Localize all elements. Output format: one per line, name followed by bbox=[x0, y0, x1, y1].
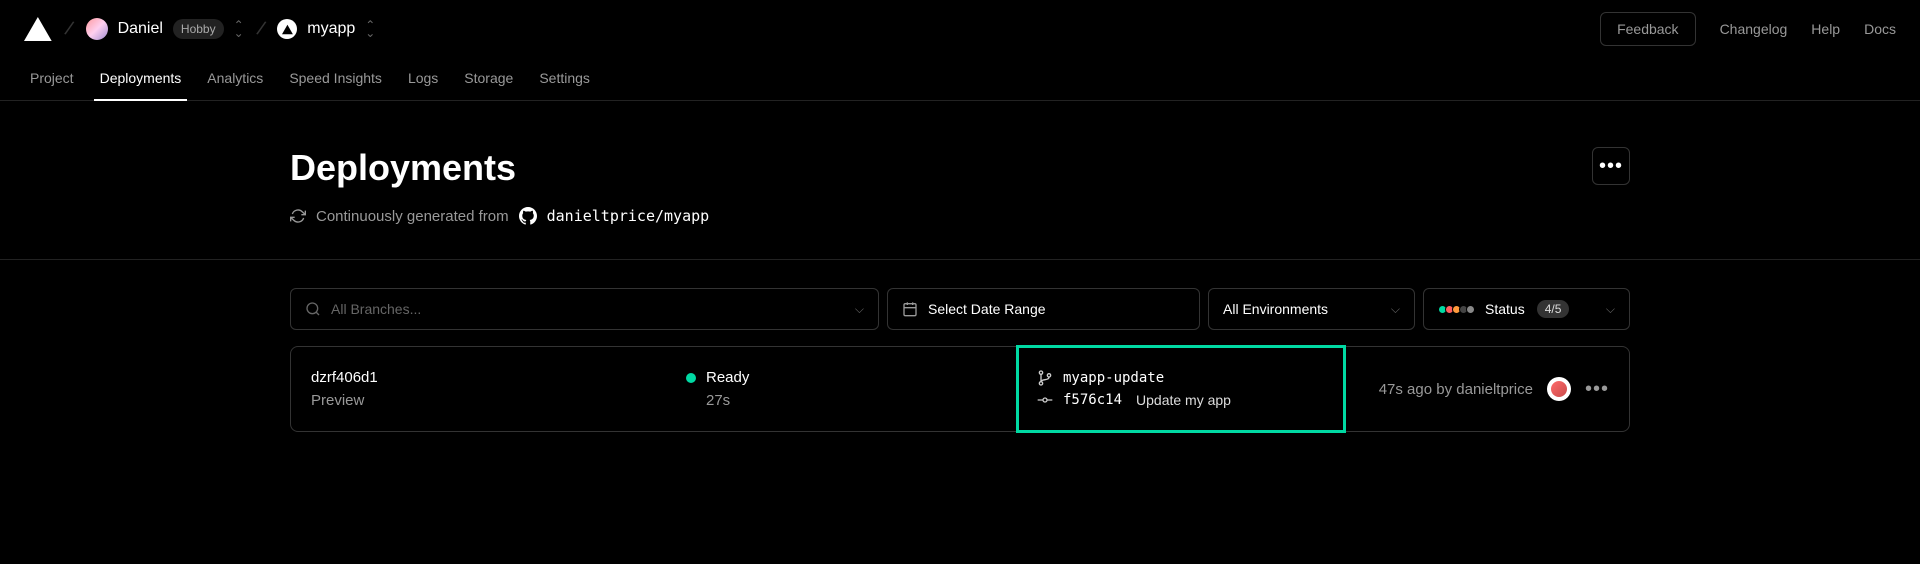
author-avatar-icon bbox=[1547, 377, 1571, 401]
breadcrumb-slash: / bbox=[62, 17, 75, 41]
chevron-down-icon: ⌵ bbox=[855, 302, 864, 317]
date-range-filter[interactable]: Select Date Range bbox=[887, 288, 1200, 330]
help-link[interactable]: Help bbox=[1811, 21, 1840, 37]
project-logo-icon bbox=[277, 19, 297, 39]
status-label: Status bbox=[1485, 301, 1525, 317]
breadcrumb-project[interactable]: myapp ⌃⌄ bbox=[277, 19, 375, 39]
deployment-row[interactable]: dzrf406d1 Preview Ready 27s myapp-update… bbox=[290, 346, 1630, 432]
chevron-down-icon: ⌵ bbox=[1391, 302, 1400, 317]
deployment-meta: 47s ago by danieltprice ••• bbox=[1379, 377, 1609, 401]
user-avatar-icon bbox=[86, 18, 108, 40]
row-more-button[interactable]: ••• bbox=[1585, 378, 1609, 401]
tab-deployments[interactable]: Deployments bbox=[90, 62, 192, 100]
status-dots-icon bbox=[1438, 305, 1473, 314]
date-range-label: Select Date Range bbox=[928, 301, 1046, 317]
deployment-timestamp: 47s ago by danieltprice bbox=[1379, 381, 1533, 398]
scope-selector-icon[interactable]: ⌃⌄ bbox=[234, 21, 244, 38]
chevron-down-icon: ⌵ bbox=[1606, 302, 1615, 317]
refresh-icon bbox=[290, 208, 306, 224]
environment-filter[interactable]: All Environments ⌵ bbox=[1208, 288, 1415, 330]
deployment-status-column: Ready 27s bbox=[686, 369, 846, 409]
deployment-environment: Preview bbox=[311, 392, 686, 409]
breadcrumb-slash: / bbox=[254, 17, 267, 41]
calendar-icon bbox=[902, 301, 918, 317]
filter-bar: All Branches... ⌵ Select Date Range All … bbox=[290, 260, 1630, 346]
commit-icon bbox=[1037, 392, 1053, 408]
nav-tabs: Project Deployments Analytics Speed Insi… bbox=[0, 46, 1920, 101]
page-title: Deployments bbox=[290, 147, 709, 189]
repo-link[interactable]: danieltprice/myapp bbox=[547, 207, 710, 225]
vercel-logo-icon[interactable] bbox=[24, 17, 52, 41]
page-header: Deployments Continuously generated from … bbox=[290, 147, 1630, 259]
project-name: myapp bbox=[307, 20, 355, 38]
branch-filter-input[interactable]: All Branches... ⌵ bbox=[290, 288, 879, 330]
tab-analytics[interactable]: Analytics bbox=[197, 62, 273, 100]
branch-filter-placeholder: All Branches... bbox=[331, 301, 421, 317]
deployment-commit-highlight: myapp-update f576c14 Update my app bbox=[1016, 345, 1346, 433]
tab-project[interactable]: Project bbox=[20, 62, 84, 100]
project-selector-icon[interactable]: ⌃⌄ bbox=[365, 21, 375, 38]
docs-link[interactable]: Docs bbox=[1864, 21, 1896, 37]
deployment-duration: 27s bbox=[686, 392, 846, 409]
status-count-badge: 4/5 bbox=[1537, 300, 1570, 318]
branch-name[interactable]: myapp-update bbox=[1063, 370, 1164, 386]
branch-icon bbox=[1037, 370, 1053, 386]
page-subtitle: Continuously generated from danieltprice… bbox=[290, 207, 709, 225]
breadcrumb-scope[interactable]: Daniel Hobby ⌃⌄ bbox=[86, 18, 244, 40]
topbar: / Daniel Hobby ⌃⌄ / myapp ⌃⌄ Feedback Ch… bbox=[0, 0, 1920, 46]
commit-sha[interactable]: f576c14 bbox=[1063, 392, 1122, 408]
github-icon bbox=[519, 207, 537, 225]
status-ready-icon bbox=[686, 373, 696, 383]
deployment-id-column: dzrf406d1 Preview bbox=[311, 369, 686, 409]
breadcrumb: / Daniel Hobby ⌃⌄ / myapp ⌃⌄ bbox=[24, 17, 375, 41]
tab-speed-insights[interactable]: Speed Insights bbox=[279, 62, 392, 100]
deployment-id[interactable]: dzrf406d1 bbox=[311, 369, 686, 386]
environment-label: All Environments bbox=[1223, 301, 1328, 317]
commit-message: Update my app bbox=[1136, 392, 1231, 408]
search-icon bbox=[305, 301, 321, 317]
feedback-button[interactable]: Feedback bbox=[1600, 12, 1695, 46]
user-name: Daniel bbox=[118, 20, 163, 38]
tab-logs[interactable]: Logs bbox=[398, 62, 448, 100]
plan-badge: Hobby bbox=[173, 19, 224, 39]
changelog-link[interactable]: Changelog bbox=[1720, 21, 1788, 37]
tab-storage[interactable]: Storage bbox=[454, 62, 523, 100]
status-filter[interactable]: Status 4/5 ⌵ bbox=[1423, 288, 1630, 330]
status-text: Ready bbox=[706, 369, 749, 386]
tab-settings[interactable]: Settings bbox=[529, 62, 600, 100]
topbar-right: Feedback Changelog Help Docs bbox=[1600, 12, 1896, 46]
subtitle-text: Continuously generated from bbox=[316, 208, 509, 225]
page-more-button[interactable]: ••• bbox=[1592, 147, 1630, 185]
